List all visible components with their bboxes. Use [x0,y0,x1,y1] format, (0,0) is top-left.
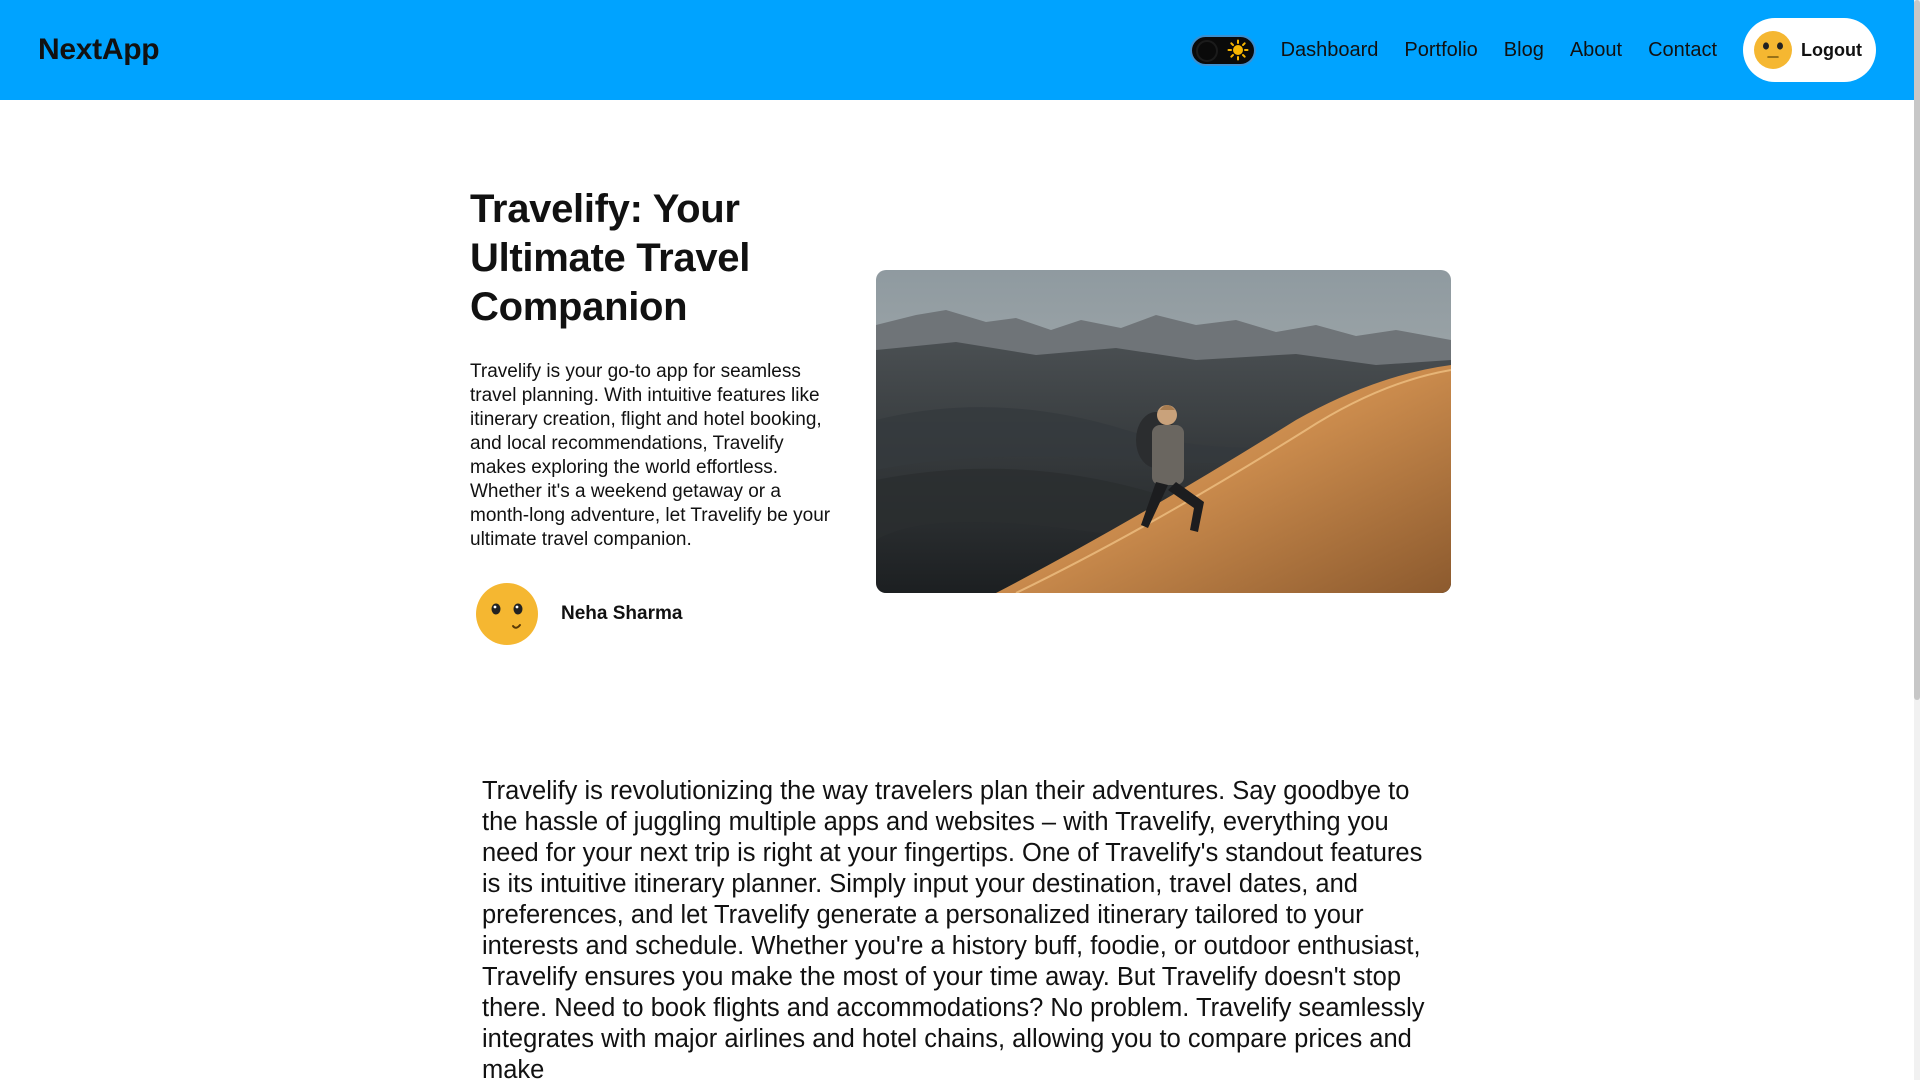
nav-link-contact[interactable]: Contact [1648,39,1717,62]
author-info: Neha Sharma [475,582,840,646]
logout-button[interactable]: Logout [1743,18,1876,82]
author-name[interactable]: Neha Sharma [561,603,682,625]
toggle-knob [1195,39,1218,62]
nav-link-portfolio[interactable]: Portfolio [1404,39,1477,62]
scrollbar-thumb[interactable] [1914,0,1920,700]
post-title: Travelify: Your Ultimate Travel Companio… [470,187,751,329]
nav-link-blog[interactable]: Blog [1504,39,1544,62]
nav-link-dashboard[interactable]: Dashboard [1281,39,1379,62]
nav-link-about[interactable]: About [1570,39,1622,62]
navbar: NextApp Dashboard Portfolio Blog About C… [0,0,1914,100]
user-avatar-icon [1753,30,1793,70]
theme-toggle[interactable] [1189,34,1256,66]
post-body: Travelify is revolutionizing the way tra… [482,777,1425,1080]
post-cover-image [876,270,1451,593]
sun-icon [1227,39,1249,61]
logout-label: Logout [1801,39,1862,60]
nav-menu: Dashboard Portfolio Blog About Contact L… [1189,18,1876,82]
scrollbar[interactable] [1914,0,1920,1080]
post-summary: Travelify is your go-to app for seamless… [470,361,831,550]
post-header: Travelify: Your Ultimate Travel Companio… [470,185,840,646]
author-avatar-icon [475,582,539,646]
brand-logo[interactable]: NextApp [38,33,160,67]
